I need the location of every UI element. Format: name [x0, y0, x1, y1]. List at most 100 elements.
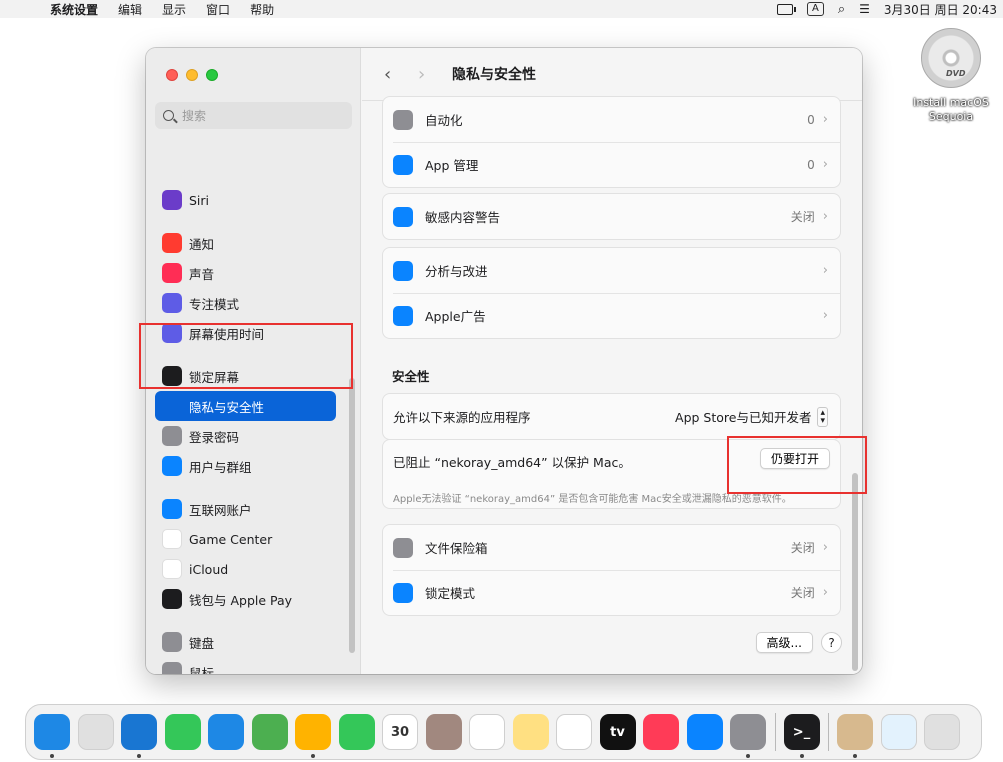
sidebar-item-3[interactable]: 专注模式	[155, 288, 336, 318]
forward-chevron-icon[interactable]: ›	[418, 64, 452, 85]
running-indicator	[311, 754, 315, 758]
siri-icon	[162, 190, 182, 210]
search-input[interactable]	[182, 108, 332, 123]
sidebar-item-label: 隐私与安全性	[189, 399, 265, 415]
sidebar-item-8[interactable]: 用户与群组	[155, 451, 336, 481]
help-button[interactable]: ?	[821, 632, 842, 653]
settings-row[interactable]: 自动化 0 ›	[383, 97, 840, 142]
dock-facetime-icon[interactable]	[338, 714, 375, 750]
dock-finder-icon[interactable]	[34, 714, 70, 758]
dock-tv-icon[interactable]: tv	[599, 714, 636, 750]
cloud-icon	[162, 559, 182, 579]
sidebar-item-6[interactable]: 隐私与安全性	[155, 391, 336, 421]
sidebar-item-label: 专注模式	[189, 296, 240, 312]
updown-chevron-icon: ▴ ▾	[817, 406, 828, 427]
running-indicator	[137, 754, 141, 758]
sidebar-item-2[interactable]: 声音	[155, 258, 336, 288]
dock-contacts-icon[interactable]	[425, 714, 462, 750]
running-indicator	[746, 754, 750, 758]
dock-notes-icon[interactable]	[512, 714, 549, 750]
close-button[interactable]	[166, 69, 178, 81]
settings-row[interactable]: 锁定模式 关闭 ›	[383, 570, 840, 615]
menu-app-name[interactable]: 系统设置	[40, 1, 108, 18]
control-center-icon[interactable]: ☰	[859, 2, 870, 16]
dock-icon-label: tv	[610, 724, 625, 740]
blocked-message: 已阻止 “nekoray_amd64” 以保护 Mac。	[393, 455, 631, 470]
menu-window[interactable]: 窗口	[196, 1, 240, 18]
menu-view[interactable]: 显示	[152, 1, 196, 18]
sidebar-item-label: 用户与群组	[189, 459, 252, 475]
dock: 30 tv >_	[25, 704, 982, 760]
menu-edit[interactable]: 编辑	[108, 1, 152, 18]
search-field[interactable]	[155, 102, 352, 129]
sidebar-item-9[interactable]: 互联网账户	[155, 494, 336, 524]
row-label: 文件保险箱	[425, 541, 488, 556]
row-label: 锁定模式	[425, 586, 476, 601]
group-automation: 自动化 0 › App 管理 0 ›	[382, 96, 841, 188]
running-indicator	[799, 754, 804, 758]
zoom-button[interactable]	[206, 69, 218, 81]
spotlight-icon[interactable]: ⌕	[838, 2, 845, 17]
sidebar-scrollbar[interactable]	[349, 378, 355, 653]
chevron-right-icon: ›	[822, 540, 828, 555]
dock-system-settings-icon[interactable]	[730, 714, 766, 758]
allow-apps-popup[interactable]: App Store与已知开发者 ▴ ▾	[675, 406, 828, 427]
security-section-title: 安全性	[392, 369, 430, 384]
dock-downloads-icon[interactable]	[880, 714, 917, 750]
dock-maps-icon[interactable]	[251, 714, 288, 750]
search-icon	[163, 110, 174, 121]
content-header: ‹ › 隐私与安全性	[362, 48, 862, 101]
sidebar-item-10[interactable]: Game Center	[155, 524, 336, 554]
hand-icon	[393, 582, 413, 603]
dock-app-store-icon[interactable]	[686, 714, 723, 750]
display-icon[interactable]	[776, 3, 796, 15]
dock-archive-utility-icon[interactable]	[837, 714, 873, 758]
dock-icon-label: >_	[792, 724, 811, 740]
sidebar-item-1[interactable]: 通知	[155, 228, 336, 258]
sidebar-item-11[interactable]: iCloud	[155, 554, 336, 584]
sidebar-item-label: Game Center	[189, 531, 273, 547]
row-value: 0	[807, 157, 815, 172]
speaker-icon	[162, 263, 182, 283]
dock-reminders-icon[interactable]	[469, 714, 505, 750]
dock-separator	[828, 713, 829, 751]
sidebar-item-0[interactable]: Siri	[155, 185, 336, 215]
dock-photos-icon[interactable]	[295, 714, 331, 758]
dock-mail-icon[interactable]	[208, 714, 244, 750]
chart-icon	[393, 260, 413, 281]
back-chevron-icon[interactable]: ‹	[384, 64, 418, 85]
dock-terminal-icon[interactable]: >_	[783, 714, 820, 758]
settings-row[interactable]: 分析与改进 ›	[383, 248, 840, 293]
menu-bar: 系统设置 编辑 显示 窗口 帮助 A ⌕ ☰ 3月30日 周日 20:43	[0, 0, 1003, 18]
settings-row[interactable]: 敏感内容警告 关闭 ›	[383, 194, 840, 239]
chevron-right-icon: ›	[822, 209, 828, 224]
desktop-disk-install-macos[interactable]: DVD Install macOS Sequoia	[906, 28, 996, 124]
sidebar-item-label: 鼠标	[189, 665, 215, 675]
dock-safari-icon[interactable]	[121, 714, 157, 758]
advanced-button[interactable]: 高级...	[755, 632, 813, 653]
settings-row[interactable]: App 管理 0 ›	[383, 142, 840, 187]
minimize-button[interactable]	[186, 69, 198, 81]
sidebar-item-12[interactable]: 钱包与 Apple Pay	[155, 584, 336, 614]
dock-messages-icon[interactable]	[164, 714, 201, 750]
settings-row[interactable]: 文件保险箱 关闭 ›	[383, 525, 840, 570]
dock-freeform-icon[interactable]	[556, 714, 592, 750]
eye-icon	[393, 206, 413, 227]
content-pane: ‹ › 隐私与安全性 自动化 0 › App 管理 0 › 敏感内容警告 关闭 › 分析与改进…	[362, 48, 862, 674]
input-source-icon[interactable]: A	[806, 2, 824, 16]
sidebar-item-13[interactable]: 键盘	[155, 627, 336, 657]
dock-calendar-icon[interactable]: 30	[382, 714, 418, 750]
group-analytics: 分析与改进 › Apple广告 ›	[382, 247, 841, 339]
dock-launchpad-icon[interactable]	[77, 714, 114, 750]
chevron-right-icon: ›	[822, 112, 828, 127]
menu-help[interactable]: 帮助	[240, 1, 284, 18]
bell-icon	[162, 233, 182, 253]
dock-trash-icon[interactable]	[924, 714, 960, 750]
sidebar-item-7[interactable]: 登录密码	[155, 421, 336, 451]
content-scrollbar[interactable]	[852, 473, 858, 671]
sidebar-item-14[interactable]: 鼠标	[155, 657, 336, 674]
settings-row[interactable]: Apple广告 ›	[383, 293, 840, 338]
sidebar-item-label: 声音	[189, 266, 215, 282]
dock-music-icon[interactable]	[643, 714, 679, 750]
clock[interactable]: 3月30日 周日 20:43	[884, 1, 997, 18]
